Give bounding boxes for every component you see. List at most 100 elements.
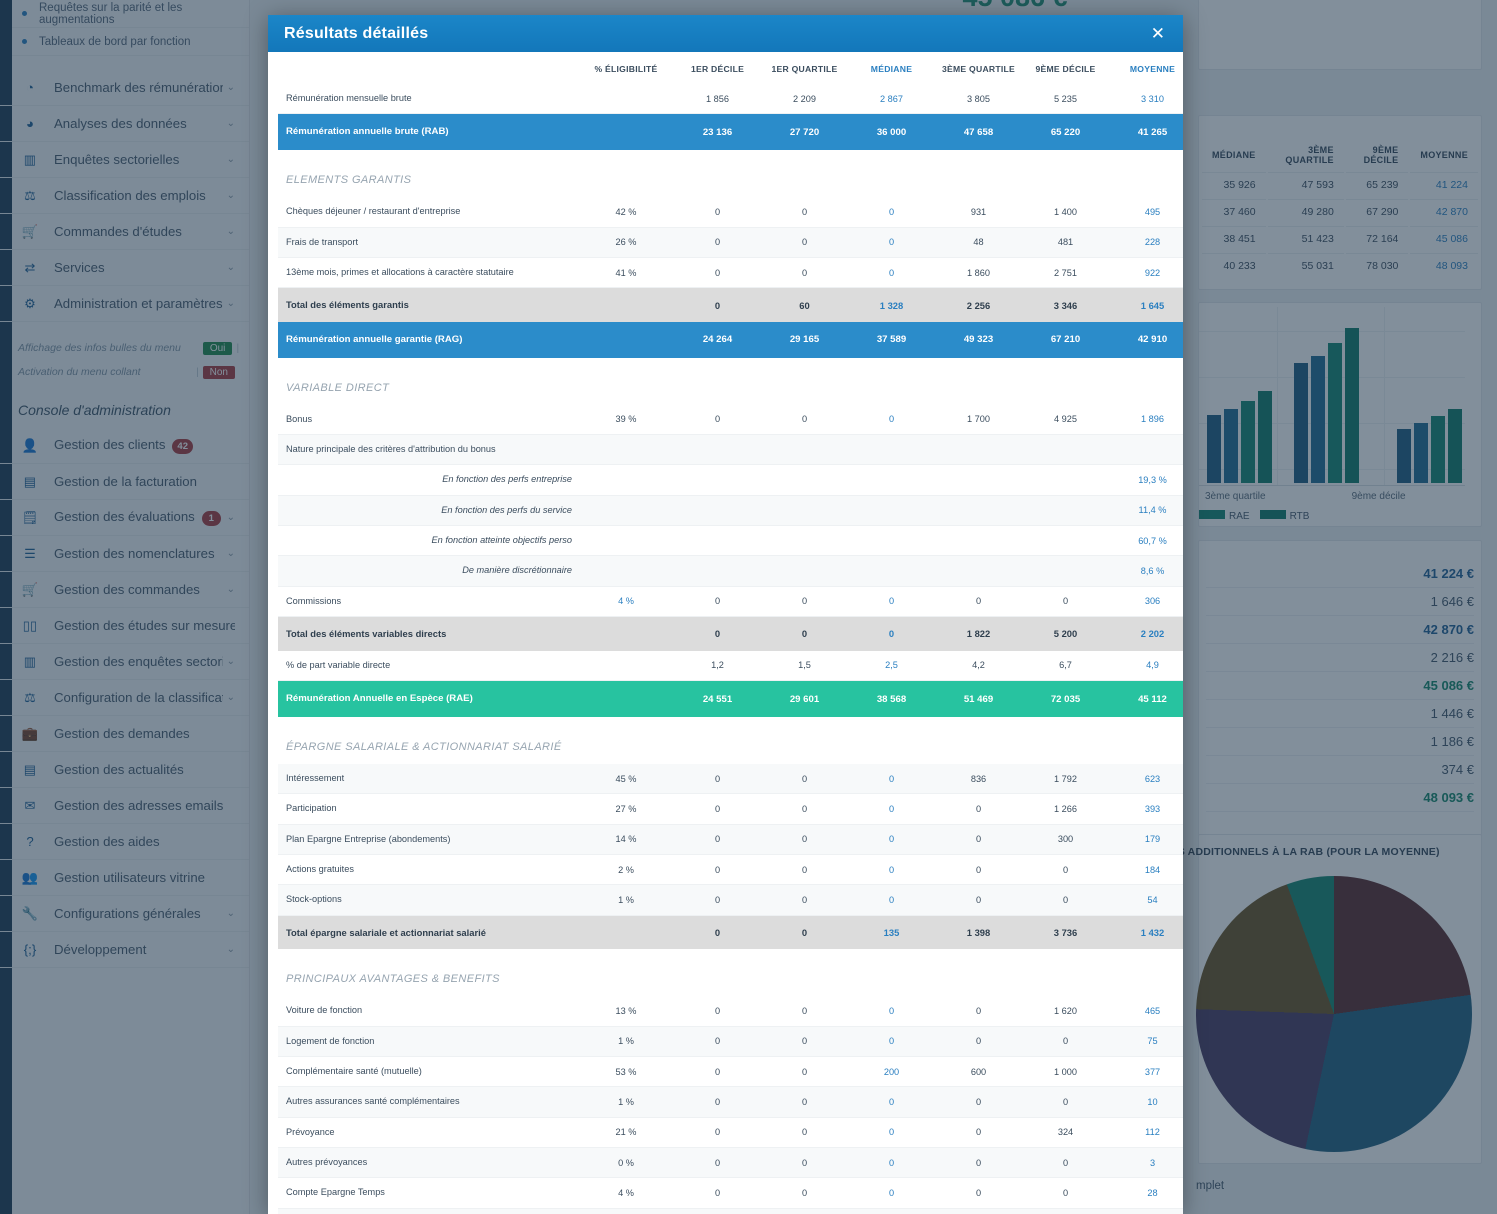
row-label: Rémunération annuelle garantie (RAG) bbox=[278, 321, 578, 358]
row-cell: 179 bbox=[1109, 824, 1183, 855]
row-cell: 4,2 bbox=[935, 650, 1022, 682]
row-cell: 1 792 bbox=[1022, 763, 1109, 795]
row-cell: 19,3 % bbox=[1109, 464, 1183, 496]
row-cell: 2 256 bbox=[935, 287, 1022, 322]
row-cell: 1 400 bbox=[1022, 197, 1109, 228]
close-icon[interactable]: ✕ bbox=[1149, 21, 1167, 46]
row-cell bbox=[848, 555, 935, 587]
col-header-moy: MOYENNE bbox=[1129, 64, 1176, 74]
row-label: En fonction des perfs du service bbox=[278, 495, 578, 527]
row-cell: 1 328 bbox=[848, 287, 935, 322]
row-cell bbox=[578, 555, 674, 587]
row-cell: 0 bbox=[848, 854, 935, 886]
row-label: Intéressement bbox=[278, 763, 578, 795]
row-cell: 0 bbox=[761, 257, 848, 289]
row-label: Actions gratuites bbox=[278, 854, 578, 886]
row-cell: 51 469 bbox=[935, 680, 1022, 717]
row-label: % de part variable directe bbox=[278, 650, 578, 682]
row-cell: 0 bbox=[1022, 1026, 1109, 1057]
row-cell: 3 736 bbox=[1022, 915, 1109, 950]
row-cell: 0 bbox=[935, 1147, 1022, 1179]
row-cell: 75 bbox=[1109, 1026, 1183, 1057]
row-label: Total des éléments variables directs bbox=[278, 616, 578, 651]
row-label: Logement de fonction bbox=[278, 1026, 578, 1057]
row-cell: 3 346 bbox=[1022, 287, 1109, 322]
row-cell: 1 700 bbox=[935, 404, 1022, 436]
row-cell bbox=[848, 495, 935, 527]
row-cell: 0 bbox=[674, 1177, 761, 1209]
row-cell bbox=[578, 495, 674, 527]
row-cell: 0 bbox=[674, 824, 761, 855]
table-row: Intéressement 45 % 0 0 0 836 1 792 623 bbox=[278, 763, 1183, 795]
row-cell: 0 bbox=[674, 915, 761, 950]
row-cell: 324 bbox=[1022, 1117, 1109, 1148]
row-cell: 1 % bbox=[578, 1086, 674, 1118]
row-cell bbox=[761, 495, 848, 527]
row-cell: 4 % bbox=[578, 586, 674, 618]
spacer-row bbox=[278, 716, 1183, 724]
row-cell: 1 860 bbox=[935, 257, 1022, 289]
row-cell bbox=[578, 113, 674, 151]
row-cell: 0 bbox=[848, 824, 935, 855]
row-cell: 623 bbox=[1109, 763, 1183, 795]
row-cell: 21 % bbox=[578, 1117, 674, 1148]
row-cell: 0 bbox=[761, 1208, 848, 1214]
row-cell: 24 264 bbox=[674, 321, 761, 358]
row-cell: 0 bbox=[935, 586, 1022, 618]
row-label: De manière discrétionnaire bbox=[278, 555, 578, 587]
highlight-row-blue: Rémunération annuelle garantie (RAG) 24 2… bbox=[278, 321, 1183, 358]
row-cell: 45 112 bbox=[1109, 680, 1183, 717]
row-cell: 0 bbox=[935, 854, 1022, 886]
row-label: Autres prévoyances bbox=[278, 1147, 578, 1179]
spacer-row bbox=[278, 949, 1183, 957]
row-label: Prévoyance bbox=[278, 1117, 578, 1148]
section-header-row: ÉPARGNE SALARIALE & ACTIONNARIAT SALARIÉ bbox=[278, 723, 1183, 764]
row-cell: 4 % bbox=[578, 1177, 674, 1209]
total-row: Total épargne salariale et actionnariat … bbox=[278, 915, 1183, 950]
row-cell: 0 bbox=[935, 996, 1022, 1027]
row-cell: 29 165 bbox=[761, 321, 848, 358]
row-cell: 2,5 bbox=[848, 650, 935, 682]
row-label: Commissions bbox=[278, 586, 578, 618]
row-cell: 0 bbox=[848, 586, 935, 618]
row-cell: 24 551 bbox=[674, 680, 761, 717]
row-cell bbox=[1022, 555, 1109, 587]
row-cell: 4 925 bbox=[1022, 404, 1109, 436]
table-row: En fonction des perfs du service 11,4 % bbox=[278, 495, 1183, 527]
table-row: Autres prévoyances 0 % 0 0 0 0 0 3 bbox=[278, 1147, 1183, 1179]
row-cell: 0 bbox=[674, 1147, 761, 1179]
section-title: VARIABLE DIRECT bbox=[278, 364, 1183, 405]
results-table: % ÉLIGIBILITÉ 1ER DÉCILE 1ER QUARTILE MÉDIA… bbox=[278, 52, 1183, 1214]
row-cell: 13 % bbox=[578, 996, 674, 1027]
row-cell bbox=[674, 495, 761, 527]
row-cell: 495 bbox=[1109, 197, 1183, 228]
row-cell: 112 bbox=[1109, 1117, 1183, 1148]
row-cell: 0 bbox=[761, 763, 848, 795]
row-cell: 72 035 bbox=[1022, 680, 1109, 717]
row-cell: 1 % bbox=[578, 1026, 674, 1057]
page-root: Requêtes sur la parité et les augmentati… bbox=[0, 0, 1497, 1214]
row-cell: 27 % bbox=[578, 793, 674, 825]
row-cell: 47 658 bbox=[935, 113, 1022, 151]
table-row: Nature principale des critères d'attribu… bbox=[278, 434, 1183, 466]
row-cell: 0 bbox=[674, 197, 761, 228]
row-cell: 0 bbox=[674, 257, 761, 289]
row-label: Rémunération annuelle brute (RAB) bbox=[278, 113, 578, 151]
row-cell: 60 bbox=[761, 287, 848, 322]
col-header-med: MÉDIANE bbox=[870, 64, 913, 74]
row-cell: 0 bbox=[674, 404, 761, 436]
row-cell bbox=[578, 616, 674, 651]
row-cell bbox=[1022, 464, 1109, 496]
row-cell bbox=[848, 464, 935, 496]
row-cell: 99 bbox=[1109, 1208, 1183, 1214]
row-cell: 0 bbox=[761, 1026, 848, 1057]
row-cell: 14 % bbox=[578, 824, 674, 855]
row-cell bbox=[935, 525, 1022, 557]
row-label: Rémunération Annuelle en Espèce (RAE) bbox=[278, 680, 578, 717]
spacer-row bbox=[278, 150, 1183, 158]
row-cell: 0 bbox=[761, 1056, 848, 1088]
row-cell: 465 bbox=[1109, 996, 1183, 1027]
col-header-elig: % ÉLIGIBILITÉ bbox=[594, 64, 658, 74]
table-row: Frais de transport 26 % 0 0 0 48 481 228 bbox=[278, 227, 1183, 258]
row-cell bbox=[578, 525, 674, 557]
